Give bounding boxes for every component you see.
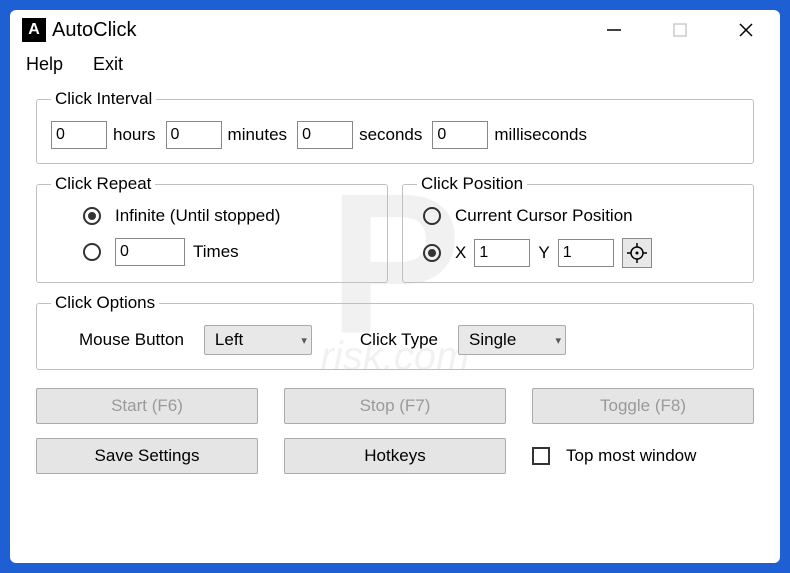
menu-exit[interactable]: Exit (93, 54, 123, 75)
mouse-button-label: Mouse Button (79, 330, 184, 350)
checkbox-icon (532, 447, 550, 465)
menubar: Help Exit (10, 50, 780, 81)
y-input[interactable] (558, 239, 614, 267)
click-type-select[interactable]: Single ▾ (458, 325, 566, 355)
toggle-button[interactable]: Toggle (F8) (532, 388, 754, 424)
chevron-down-icon: ▾ (555, 334, 561, 347)
app-title: AutoClick (52, 19, 136, 42)
minutes-input[interactable] (166, 121, 222, 149)
hotkeys-button[interactable]: Hotkeys (284, 438, 506, 474)
hours-input[interactable] (51, 121, 107, 149)
click-interval-group: Click Interval hours minutes seconds mil… (36, 89, 754, 164)
times-input[interactable] (115, 238, 185, 266)
start-button[interactable]: Start (F6) (36, 388, 258, 424)
menu-help[interactable]: Help (26, 54, 63, 75)
minimize-button[interactable] (600, 16, 628, 44)
cursor-pos-label: Current Cursor Position (455, 206, 633, 226)
radio-icon (423, 244, 441, 262)
ms-label: milliseconds (494, 125, 587, 145)
titlebar: A AutoClick (10, 10, 780, 50)
infinite-label: Infinite (Until stopped) (115, 206, 280, 226)
click-options-legend: Click Options (51, 293, 159, 313)
mouse-button-select[interactable]: Left ▾ (204, 325, 312, 355)
seconds-label: seconds (359, 125, 422, 145)
y-label: Y (538, 243, 549, 263)
crosshair-icon (627, 243, 647, 263)
repeat-infinite-option[interactable]: Infinite (Until stopped) (83, 206, 373, 226)
click-position-legend: Click Position (417, 174, 527, 194)
hours-label: hours (113, 125, 156, 145)
ms-input[interactable] (432, 121, 488, 149)
mouse-button-value: Left (215, 330, 243, 350)
click-repeat-group: Click Repeat Infinite (Until stopped) Ti… (36, 174, 388, 283)
click-repeat-legend: Click Repeat (51, 174, 155, 194)
seconds-input[interactable] (297, 121, 353, 149)
click-type-value: Single (469, 330, 516, 350)
x-input[interactable] (474, 239, 530, 267)
save-settings-button[interactable]: Save Settings (36, 438, 258, 474)
topmost-option[interactable]: Top most window (532, 446, 754, 466)
radio-icon (83, 243, 101, 261)
chevron-down-icon: ▾ (301, 334, 307, 347)
position-cursor-option[interactable]: Current Cursor Position (423, 206, 739, 226)
pick-position-button[interactable] (622, 238, 652, 268)
click-position-group: Click Position Current Cursor Position X… (402, 174, 754, 283)
close-button[interactable] (732, 16, 760, 44)
maximize-button[interactable] (666, 16, 694, 44)
click-interval-legend: Click Interval (51, 89, 156, 109)
click-type-label: Click Type (360, 330, 438, 350)
position-xy-option[interactable]: X Y (423, 238, 739, 268)
radio-icon (83, 207, 101, 225)
minutes-label: minutes (228, 125, 288, 145)
x-label: X (455, 243, 466, 263)
app-icon: A (22, 18, 46, 42)
topmost-label: Top most window (566, 446, 696, 466)
click-options-group: Click Options Mouse Button Left ▾ Click … (36, 293, 754, 370)
repeat-times-option[interactable]: Times (83, 238, 373, 266)
times-label: Times (193, 242, 239, 262)
stop-button[interactable]: Stop (F7) (284, 388, 506, 424)
radio-icon (423, 207, 441, 225)
